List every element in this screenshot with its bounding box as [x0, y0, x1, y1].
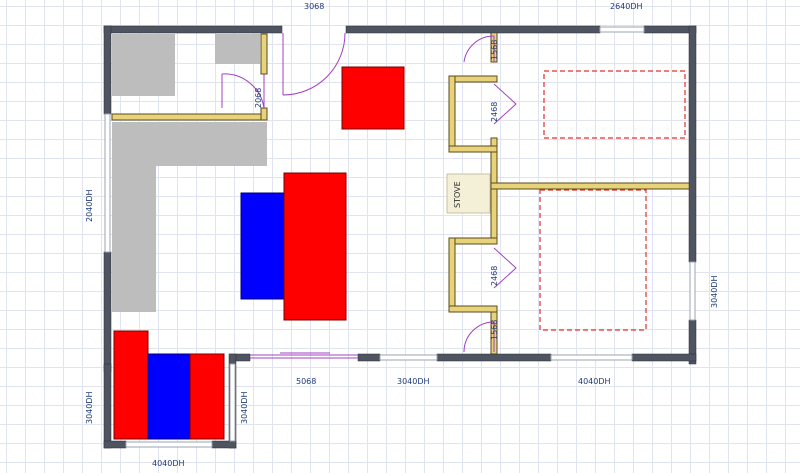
closet-upper-side — [448, 75, 456, 153]
interior-wall-mid-top — [490, 137, 498, 245]
wall-top-left — [103, 25, 283, 34]
interior-wall-kitchen-horizontal — [111, 113, 268, 121]
sliding-door-bottom[interactable] — [250, 352, 358, 359]
wall-top-mid — [345, 25, 601, 34]
label-top-right-window: 2640DH — [610, 2, 643, 11]
closet-upper-top — [448, 75, 498, 83]
floor-plan: STOVE 3068 2640DH 2040DH 2068 1568 2468 … — [85, 2, 719, 468]
bay-seat-left[interactable] — [113, 330, 149, 440]
window-left[interactable] — [104, 113, 111, 253]
window-bay-right[interactable] — [229, 363, 236, 442]
bed-lower[interactable] — [539, 189, 647, 331]
label-left-window: 2040DH — [85, 189, 94, 222]
bed-upper[interactable] — [543, 70, 686, 139]
label-closet-door-lower: 1568 — [490, 320, 499, 340]
bay-wall-bottom-right — [211, 440, 237, 449]
label-bottom-window-right: 4040DH — [578, 377, 611, 386]
counter-l-side — [112, 122, 156, 312]
window-bottom-right[interactable] — [550, 354, 633, 361]
label-closet-door-lower-left: 2468 — [490, 266, 499, 286]
wall-top-right — [643, 25, 697, 34]
stove[interactable]: STOVE — [446, 173, 491, 214]
window-bay-bottom[interactable] — [125, 441, 213, 448]
square-table[interactable] — [341, 66, 405, 130]
closet-upper-bottom — [448, 145, 498, 153]
red-table[interactable] — [283, 172, 347, 321]
counter-upper-left — [112, 34, 175, 96]
floor-plan-canvas: STOVE 3068 2640DH 2040DH 2068 1568 2468 … — [0, 0, 800, 473]
blue-bench[interactable] — [240, 192, 286, 300]
label-closet-door-upper-left: 2468 — [490, 102, 499, 122]
interior-wall-bedroom-split — [490, 182, 691, 190]
interior-wall-kitchen-vertical — [260, 33, 268, 75]
wall-right-upper — [688, 25, 697, 263]
stove-label: STOVE — [453, 181, 462, 208]
label-bay-right-window: 3040DH — [240, 391, 249, 424]
closet-lower-bottom — [448, 305, 498, 313]
label-closet-door-upper: 1568 — [490, 40, 499, 60]
wall-bottom-center — [436, 353, 552, 362]
wall-bottom-right — [631, 353, 697, 362]
label-bay-left-window: 3040DH — [85, 391, 94, 424]
bay-seat-right[interactable] — [189, 353, 225, 440]
wall-left-upper — [103, 25, 112, 115]
window-right[interactable] — [689, 261, 696, 321]
label-bay-bottom-window: 4040DH — [152, 459, 185, 468]
window-top-right[interactable] — [599, 26, 645, 33]
label-right-window: 3040DH — [710, 275, 719, 308]
beds — [539, 70, 686, 331]
label-bottom-window-mid: 3040DH — [397, 377, 430, 386]
interior-wall-kitchen-stub — [260, 107, 268, 121]
closet-lower-side — [448, 237, 456, 313]
counter-upper-small — [215, 34, 260, 64]
label-inner-door-left: 2068 — [254, 88, 263, 108]
closet-lower-top — [448, 237, 498, 245]
label-bottom-slider: 5068 — [296, 377, 316, 386]
window-bottom-mid[interactable] — [379, 354, 438, 361]
door-entry-top[interactable] — [282, 32, 346, 96]
bay-seat-blue[interactable] — [147, 353, 191, 440]
wall-left-lower — [103, 251, 112, 373]
bay-wall-left — [103, 363, 112, 449]
bay-wall-bottom-left — [103, 440, 127, 449]
label-top-door: 3068 — [304, 2, 324, 11]
wall-bottom-mid — [357, 353, 381, 362]
